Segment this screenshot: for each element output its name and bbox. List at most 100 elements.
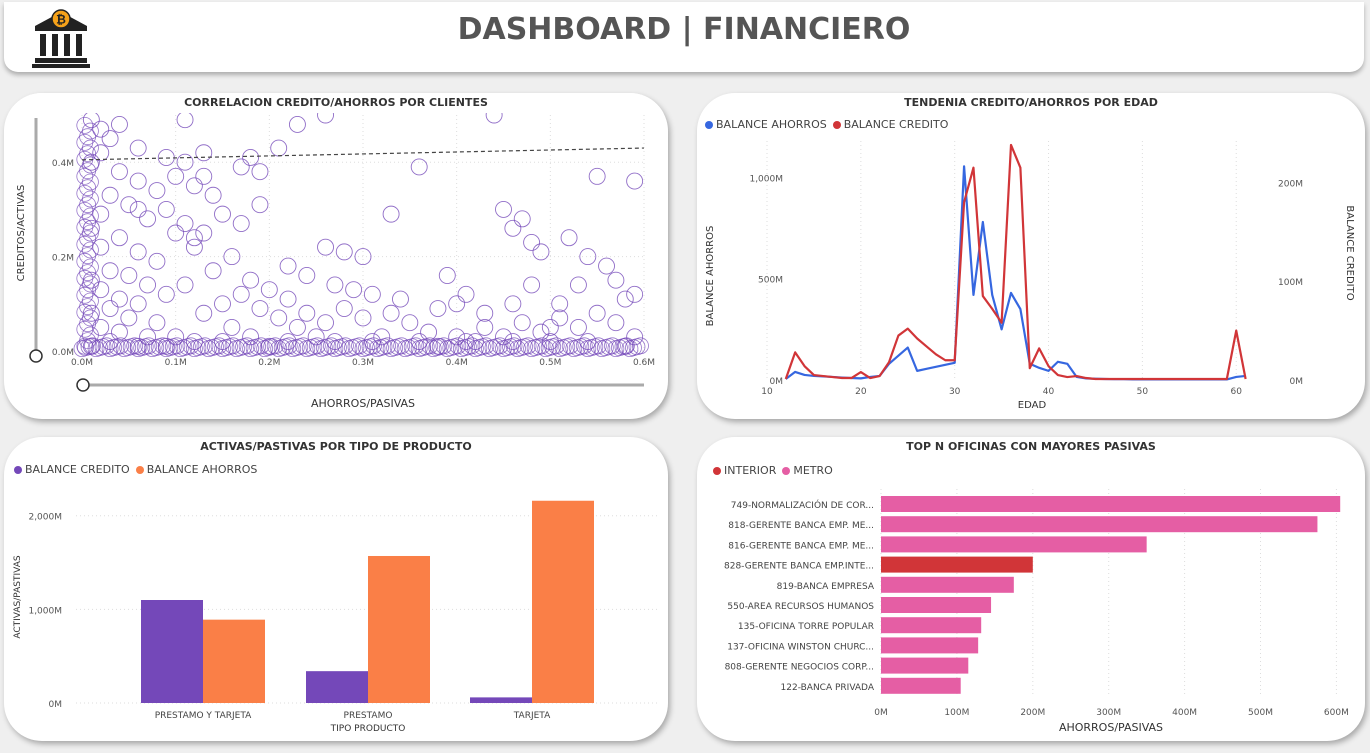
scatter-point	[410, 158, 428, 176]
scatter-point	[251, 196, 269, 214]
y-tick-label: 137-OFICINA WINSTON CHURC...	[727, 642, 874, 652]
x-tick-label: 400M	[1172, 708, 1197, 718]
scatter-point	[129, 295, 147, 313]
scatter-chart[interactable]: 0.0M 0.2M 0.4M 0.0M 0.1M 0.2M 0.3M 0.4M 0.5M 0.6M…	[4, 93, 668, 419]
scatter-point	[270, 139, 288, 157]
y-axis-label: ACTIVAS/PASTIVAS	[13, 555, 23, 639]
y-axis-label: CREDITOS/ACTIVAS	[16, 185, 27, 282]
scatter-point	[513, 314, 531, 332]
scatter-point	[279, 290, 297, 308]
x-tick-label: TARJETA	[513, 711, 551, 721]
scatter-point	[101, 300, 119, 317]
y-tick-label: 0.2M	[52, 254, 74, 264]
scatter-point	[92, 120, 110, 138]
series-line-ahorros	[785, 165, 1246, 381]
legend-item-interior[interactable]: INTERIOR	[713, 464, 776, 477]
scatter-point	[288, 115, 306, 133]
scatter-point	[101, 130, 119, 148]
scatter-point	[111, 115, 128, 133]
legend-item-credito[interactable]: BALANCE CREDITO	[832, 118, 948, 131]
legend-item-metro[interactable]: METRO	[782, 464, 833, 477]
x-tick-label: 20	[855, 387, 867, 397]
scatter-point	[120, 309, 138, 327]
scatter-point	[298, 267, 316, 284]
legend-label-metro: METRO	[793, 464, 833, 477]
scatter-point	[79, 281, 97, 299]
scatter-point	[382, 304, 400, 322]
bar	[881, 576, 1014, 593]
scatter-point	[129, 139, 147, 157]
scatter-point	[551, 309, 569, 327]
scatter-point	[438, 267, 456, 284]
x-tick-label: 500M	[1248, 708, 1273, 718]
scatter-point	[382, 205, 400, 223]
bar	[881, 637, 979, 654]
y-left-axis-label: BALANCE AHORROS	[705, 226, 716, 327]
scatter-point	[148, 182, 166, 199]
offices-panel: TOP N OFICINAS CON MAYORES PASIVAS INTER…	[697, 437, 1365, 741]
scatter-point	[335, 243, 353, 261]
y-slider-handle-icon	[29, 349, 43, 363]
y-right-tick-label: 0M	[1290, 377, 1304, 387]
x-axis-label: TIPO PRODUCTO	[330, 724, 406, 734]
legend-item-ahorros[interactable]: BALANCE AHORROS	[705, 118, 827, 131]
y-tick-label: 0.4M	[52, 159, 74, 169]
y-right-tick-label: 100M	[1278, 278, 1303, 288]
x-axis-label: AHORROS/PASIVAS	[311, 397, 415, 410]
scatter-point	[616, 290, 634, 308]
scatter-point	[101, 262, 119, 280]
scatter-point	[279, 257, 297, 275]
scatter-point	[363, 285, 381, 303]
x-tick-label: 0M	[874, 708, 888, 718]
scatter-point	[476, 304, 494, 322]
x-tick-label: 0.6M	[633, 358, 655, 368]
scatter-point	[298, 304, 316, 322]
scatter-point	[607, 314, 625, 332]
x-tick-label: 0.4M	[446, 358, 468, 368]
scatter-point	[92, 238, 110, 256]
legend-label-credito: BALANCE CREDITO	[25, 463, 130, 476]
x-tick-label: 30	[949, 387, 961, 397]
offices-chart[interactable]: 0M 100M 200M 300M 400M 500M 600M 749-NORMALIZAC…	[697, 437, 1365, 741]
scatter-panel: CORRELACION CREDITO/AHORROS POR CLIENTES…	[4, 93, 668, 419]
x-tick-label: 100M	[944, 708, 969, 718]
scatter-point	[598, 257, 615, 275]
y-left-tick-label: 500M	[758, 276, 783, 286]
scatter-point	[195, 144, 213, 162]
bar	[470, 697, 532, 703]
y-tick-label: 818-GERENTE BANCA EMP. ME...	[728, 521, 874, 531]
y-tick-label: 135-OFICINA TORRE POPULAR	[738, 622, 874, 632]
x-axis-label: EDAD	[1018, 400, 1047, 411]
scatter-point	[204, 186, 222, 204]
legend-item-ahorros[interactable]: BALANCE AHORROS	[135, 463, 257, 476]
scatter-point	[148, 314, 166, 332]
scatter-point	[92, 205, 110, 223]
product-chart[interactable]: 0M 1,000M 2,000M PRESTAMO Y TARJETA PRESTAMO…	[4, 437, 668, 741]
y-left-tick-label: 1,000M	[749, 174, 783, 184]
y-tick-label: 0.0M	[52, 348, 74, 358]
scatter-point	[139, 210, 157, 228]
scatter-point	[214, 295, 231, 313]
scatter-point	[111, 290, 128, 308]
scatter-point	[129, 200, 147, 218]
scatter-point	[111, 229, 128, 247]
scatter-point	[92, 281, 110, 299]
scatter-point	[92, 318, 110, 336]
bar	[881, 657, 969, 674]
series-line-credito	[784, 143, 1247, 381]
y-tick-label: 808-GERENTE NEGOCIOS CORP...	[725, 663, 874, 673]
scatter-point	[251, 163, 269, 181]
y-tick-label: 1,000M	[28, 606, 62, 616]
bar	[881, 536, 1147, 553]
scatter-point	[504, 219, 522, 237]
bar	[881, 516, 1318, 533]
scatter-point	[532, 243, 550, 261]
scatter-point	[139, 276, 157, 294]
scatter-point	[523, 276, 541, 294]
product-legend: BALANCE CREDITO BALANCE AHORROS	[14, 463, 257, 476]
x-axis-label: AHORROS/PASIVAS	[1059, 721, 1163, 734]
scatter-point	[457, 285, 475, 303]
legend-item-credito[interactable]: BALANCE CREDITO	[14, 463, 130, 476]
trend-chart[interactable]: 0M 500M 1,000M 0M 100M 200M 10 20 30 40 50 60 EDAD BA…	[697, 93, 1365, 419]
scatter-point	[504, 295, 522, 313]
